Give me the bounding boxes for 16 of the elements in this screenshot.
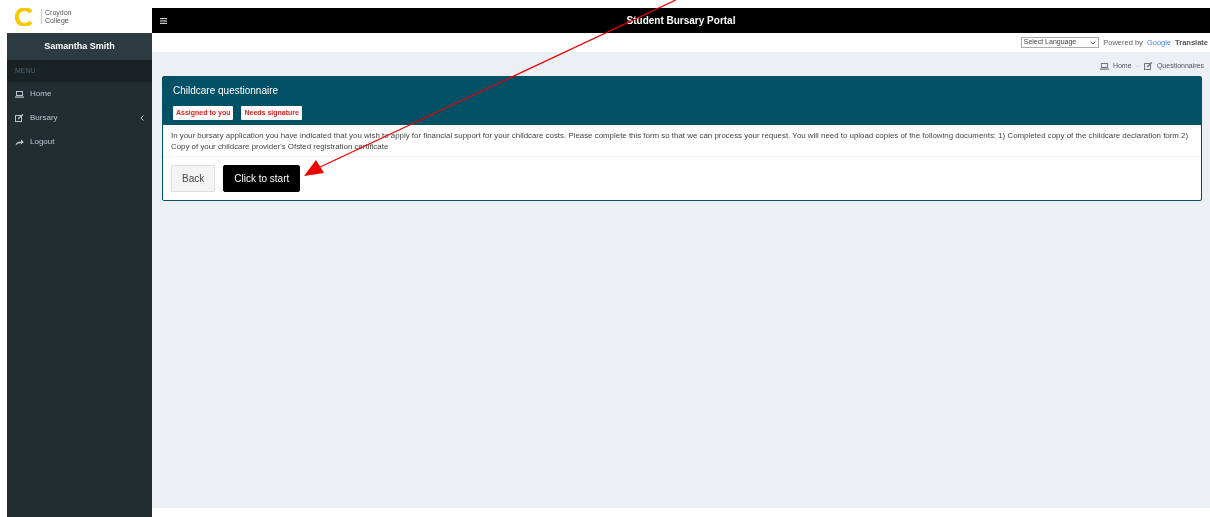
back-button[interactable]: Back [171,165,216,193]
edit-icon [1143,62,1153,71]
start-button[interactable]: Click to start [223,165,301,193]
portal-title: Student Bursary Portal [626,15,736,26]
edit-icon [15,114,24,122]
caret-icon [1090,40,1097,45]
sidebar-item[interactable]: Home [7,82,152,106]
menu-icon[interactable] [160,17,167,24]
chevron-left-icon [140,115,144,121]
share-arrow-icon [15,138,24,146]
sidebar-item[interactable]: Logout [7,130,152,154]
card-title: Childcare questionnaire [173,83,280,98]
laptop-icon [1099,62,1109,70]
laptop-icon [15,90,24,98]
user-name: Samantha Smith [7,33,152,60]
sidebar-item[interactable]: Bursary [7,106,152,130]
